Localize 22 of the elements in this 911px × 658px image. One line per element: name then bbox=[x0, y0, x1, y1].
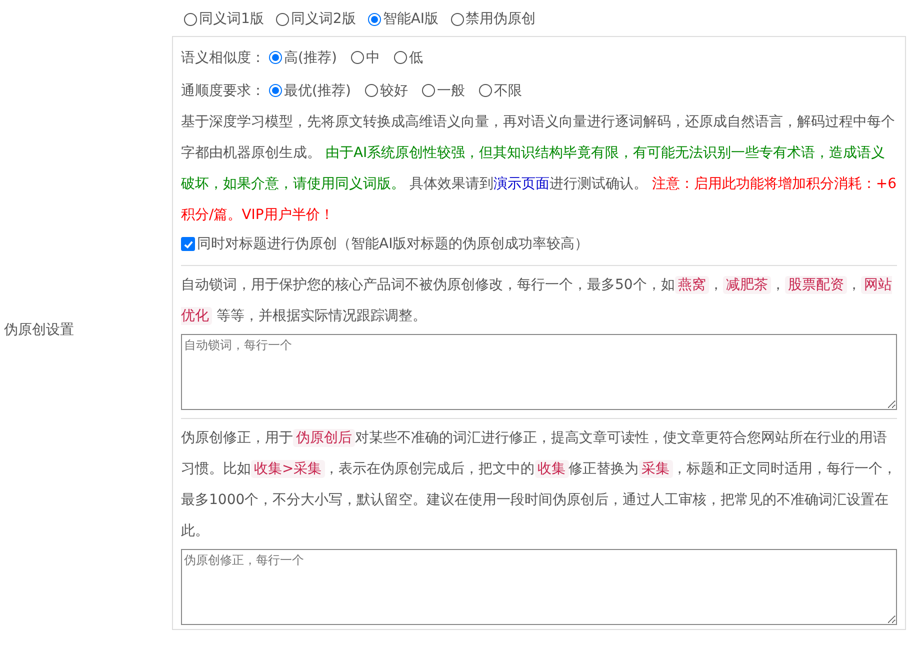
similarity-radio[interactable]: 中 bbox=[350, 48, 380, 66]
similarity-radio[interactable]: 高(推荐) bbox=[269, 48, 337, 66]
corrections-field[interactable]: 伪原创修正，每行一个 bbox=[181, 549, 897, 625]
lock-words-description: 自动锁词，用于保护您的核心产品词不被伪原创修改，每行一个，最多50个，如 燕窝 ， 减肥茶 ， 股票配资 ， 网站优化 等等，并根据实际情况跟踪调整。 bbox=[181, 275, 893, 327]
option-label: 通顺度要求： bbox=[181, 82, 265, 100]
demo-link[interactable]: 演示页面 bbox=[493, 176, 550, 192]
fluency-radio[interactable]: 一般 bbox=[422, 82, 465, 100]
fluency-radio[interactable]: 不限 bbox=[478, 82, 522, 100]
option-label: 语义相似度： bbox=[181, 48, 265, 66]
section-label: 伪原创设置 bbox=[4, 321, 74, 339]
mode-radio[interactable]: 智能AI版 bbox=[368, 10, 439, 28]
title-checkbox[interactable]: 同时对标题进行伪原创（智能AI版对标题的伪原创成功率较高） bbox=[181, 231, 589, 257]
lock-words-field[interactable]: 自动锁词，每行一个 bbox=[181, 334, 897, 410]
mode-radio[interactable]: 禁用伪原创 bbox=[450, 10, 536, 28]
mode-radio[interactable]: 同义词1版 bbox=[184, 10, 264, 28]
mode-radio[interactable]: 同义词2版 bbox=[276, 10, 356, 28]
checkmark-icon bbox=[182, 238, 194, 250]
fluency-radio[interactable]: 较好 bbox=[364, 82, 408, 100]
ai-description: 基于深度学习模型，先将原文转换成高维语义向量，再对语义向量进行逐词解码，还原成自然语言，解码过程中每个字都由机器原创生成。 由于AI系统原创性较强，但其知识结构毕竟有限，有可能无法识别一些专有术语，造成语义破坏，如果介意，请使用同义词版。 具体效果请到演示页面进行测试确认。 注意：启用此功能将增加积分消耗：+6积分/篇。VIP用户半价！ bbox=[181, 113, 897, 225]
similarity-radio[interactable]: 低 bbox=[394, 48, 423, 66]
fluency-radio[interactable]: 最优(推荐) bbox=[269, 82, 351, 100]
corrections-description: 伪原创修正，用于 伪原创后 对某些不准确的词汇进行修正，提高文章可读性，使文章更符合您网站所在行业的用语习惯。比如 收集>采集 ，表示在伪原创完成后，把文中的 收集 修正替换为 采集 ，标题和正文同时适用，每行一个，最多1000个，不分大小写，默认留空。建议在使用一段时间伪原创后，通过人工审核，把常见的不准确词汇设置在此。 bbox=[181, 428, 897, 541]
